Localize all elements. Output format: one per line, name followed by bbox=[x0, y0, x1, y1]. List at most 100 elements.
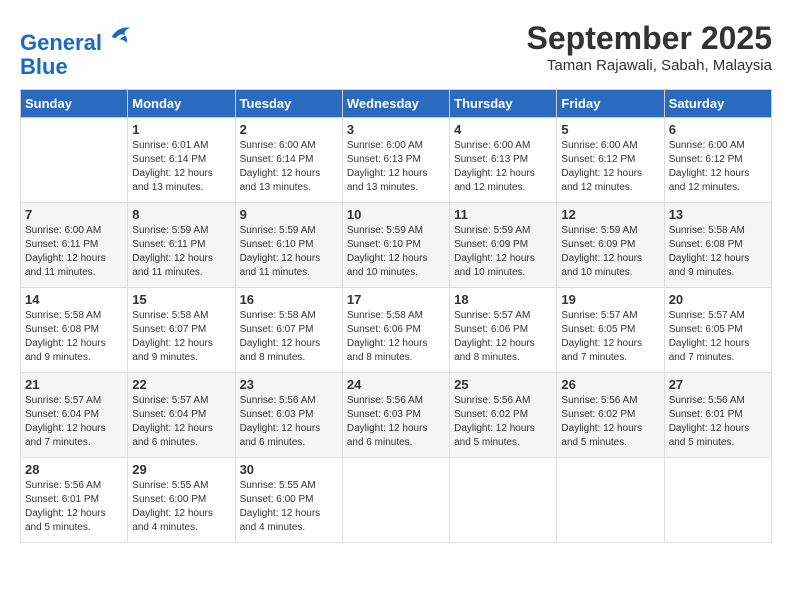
day-number: 18 bbox=[454, 292, 552, 307]
day-number: 28 bbox=[25, 462, 123, 477]
day-number: 30 bbox=[240, 462, 338, 477]
day-info: Sunrise: 5:59 AM Sunset: 6:10 PM Dayligh… bbox=[347, 224, 445, 280]
header-cell-wednesday: Wednesday bbox=[342, 90, 449, 118]
day-number: 1 bbox=[132, 122, 230, 137]
day-info: Sunrise: 6:00 AM Sunset: 6:13 PM Dayligh… bbox=[347, 139, 445, 195]
day-number: 17 bbox=[347, 292, 445, 307]
calendar-cell bbox=[21, 118, 128, 203]
calendar-cell: 19 Sunrise: 5:57 AM Sunset: 6:05 PM Dayli… bbox=[557, 288, 664, 373]
calendar-cell: 30 Sunrise: 5:55 AM Sunset: 6:00 PM Dayli… bbox=[235, 458, 342, 543]
day-number: 12 bbox=[561, 207, 659, 222]
logo: General Blue bbox=[20, 20, 134, 79]
header-cell-monday: Monday bbox=[128, 90, 235, 118]
calendar-cell: 15 Sunrise: 5:58 AM Sunset: 6:07 PM Dayli… bbox=[128, 288, 235, 373]
day-info: Sunrise: 5:56 AM Sunset: 6:03 PM Dayligh… bbox=[347, 394, 445, 450]
day-info: Sunrise: 5:59 AM Sunset: 6:09 PM Dayligh… bbox=[561, 224, 659, 280]
logo-text: General bbox=[20, 20, 134, 55]
location-text: Taman Rajawali, Sabah, Malaysia bbox=[527, 57, 772, 74]
calendar-week-5: 28Sunrise: 5:56 AM Sunset: 6:01 PM Dayli… bbox=[21, 458, 772, 543]
calendar-week-4: 21 Sunrise: 5:57 AM Sunset: 6:04 PM Dayli… bbox=[21, 373, 772, 458]
calendar-table: SundayMondayTuesdayWednesdayThursdayFrid… bbox=[20, 89, 772, 543]
header-cell-saturday: Saturday bbox=[664, 90, 771, 118]
day-info: Sunrise: 5:58 AM Sunset: 6:07 PM Dayligh… bbox=[132, 309, 230, 365]
calendar-cell: 26 Sunrise: 5:56 AM Sunset: 6:02 PM Dayli… bbox=[557, 373, 664, 458]
day-info: Sunrise: 6:00 AM Sunset: 6:12 PM Dayligh… bbox=[669, 139, 767, 195]
calendar-cell bbox=[664, 458, 771, 543]
calendar-cell: 13 Sunrise: 5:58 AM Sunset: 6:08 PM Dayli… bbox=[664, 203, 771, 288]
calendar-cell: 8 Sunrise: 5:59 AM Sunset: 6:11 PM Daylig… bbox=[128, 203, 235, 288]
calendar-cell bbox=[557, 458, 664, 543]
calendar-cell: 4 Sunrise: 6:00 AM Sunset: 6:13 PM Daylig… bbox=[450, 118, 557, 203]
calendar-cell: 16 Sunrise: 5:58 AM Sunset: 6:07 PM Dayli… bbox=[235, 288, 342, 373]
day-number: 7 bbox=[25, 207, 123, 222]
calendar-cell bbox=[342, 458, 449, 543]
day-info: Sunrise: 6:00 AM Sunset: 6:14 PM Dayligh… bbox=[240, 139, 338, 195]
day-number: 22 bbox=[132, 377, 230, 392]
calendar-cell: 27 Sunrise: 5:56 AM Sunset: 6:01 PM Dayli… bbox=[664, 373, 771, 458]
day-number: 14 bbox=[25, 292, 123, 307]
day-info: Sunrise: 5:56 AM Sunset: 6:02 PM Dayligh… bbox=[454, 394, 552, 450]
day-number: 15 bbox=[132, 292, 230, 307]
calendar-cell: 1 Sunrise: 6:01 AM Sunset: 6:14 PM Daylig… bbox=[128, 118, 235, 203]
day-info: Sunrise: 6:00 AM Sunset: 6:11 PM Dayligh… bbox=[25, 224, 123, 280]
calendar-cell: 10 Sunrise: 5:59 AM Sunset: 6:10 PM Dayli… bbox=[342, 203, 449, 288]
header-row: SundayMondayTuesdayWednesdayThursdayFrid… bbox=[21, 90, 772, 118]
day-number: 11 bbox=[454, 207, 552, 222]
header-cell-thursday: Thursday bbox=[450, 90, 557, 118]
day-number: 6 bbox=[669, 122, 767, 137]
day-number: 26 bbox=[561, 377, 659, 392]
calendar-cell: 12 Sunrise: 5:59 AM Sunset: 6:09 PM Dayli… bbox=[557, 203, 664, 288]
day-info: Sunrise: 5:57 AM Sunset: 6:05 PM Dayligh… bbox=[561, 309, 659, 365]
day-number: 8 bbox=[132, 207, 230, 222]
day-number: 16 bbox=[240, 292, 338, 307]
day-info: Sunrise: 5:56 AM Sunset: 6:01 PM Dayligh… bbox=[669, 394, 767, 450]
calendar-week-3: 14 Sunrise: 5:58 AM Sunset: 6:08 PM Dayli… bbox=[21, 288, 772, 373]
calendar-cell bbox=[450, 458, 557, 543]
day-info: Sunrise: 5:55 AM Sunset: 6:00 PM Dayligh… bbox=[240, 479, 338, 535]
calendar-cell: 25 Sunrise: 5:56 AM Sunset: 6:02 PM Dayli… bbox=[450, 373, 557, 458]
day-number: 27 bbox=[669, 377, 767, 392]
day-number: 3 bbox=[347, 122, 445, 137]
calendar-cell: 21Sunrise: 5:57 AM Sunset: 6:04 PM Dayli… bbox=[21, 373, 128, 458]
day-info: Sunrise: 6:00 AM Sunset: 6:12 PM Dayligh… bbox=[561, 139, 659, 195]
calendar-cell: 2Sunrise: 6:00 AM Sunset: 6:14 PM Daylig… bbox=[235, 118, 342, 203]
day-info: Sunrise: 5:59 AM Sunset: 6:10 PM Dayligh… bbox=[240, 224, 338, 280]
calendar-cell: 7 Sunrise: 6:00 AM Sunset: 6:11 PM Daylig… bbox=[21, 203, 128, 288]
day-info: Sunrise: 6:00 AM Sunset: 6:13 PM Dayligh… bbox=[454, 139, 552, 195]
day-info: Sunrise: 5:58 AM Sunset: 6:06 PM Dayligh… bbox=[347, 309, 445, 365]
day-number: 21 bbox=[25, 377, 123, 392]
day-info: Sunrise: 5:56 AM Sunset: 6:02 PM Dayligh… bbox=[561, 394, 659, 450]
calendar-week-1: 1 Sunrise: 6:01 AM Sunset: 6:14 PM Daylig… bbox=[21, 118, 772, 203]
day-info: Sunrise: 5:56 AM Sunset: 6:03 PM Dayligh… bbox=[240, 394, 338, 450]
calendar-cell: 22 Sunrise: 5:57 AM Sunset: 6:04 PM Dayli… bbox=[128, 373, 235, 458]
calendar-cell: 6 Sunrise: 6:00 AM Sunset: 6:12 PM Daylig… bbox=[664, 118, 771, 203]
day-number: 24 bbox=[347, 377, 445, 392]
day-info: Sunrise: 5:59 AM Sunset: 6:11 PM Dayligh… bbox=[132, 224, 230, 280]
day-info: Sunrise: 5:59 AM Sunset: 6:09 PM Dayligh… bbox=[454, 224, 552, 280]
day-number: 10 bbox=[347, 207, 445, 222]
day-number: 19 bbox=[561, 292, 659, 307]
day-number: 13 bbox=[669, 207, 767, 222]
calendar-week-2: 7 Sunrise: 6:00 AM Sunset: 6:11 PM Daylig… bbox=[21, 203, 772, 288]
day-info: Sunrise: 5:58 AM Sunset: 6:08 PM Dayligh… bbox=[669, 224, 767, 280]
day-number: 20 bbox=[669, 292, 767, 307]
day-info: Sunrise: 5:57 AM Sunset: 6:06 PM Dayligh… bbox=[454, 309, 552, 365]
header-cell-sunday: Sunday bbox=[21, 90, 128, 118]
calendar-cell: 14 Sunrise: 5:58 AM Sunset: 6:08 PM Dayli… bbox=[21, 288, 128, 373]
page-header: General Blue September 2025 Taman Rajawa… bbox=[20, 20, 772, 79]
calendar-cell: 20Sunrise: 5:57 AM Sunset: 6:05 PM Dayli… bbox=[664, 288, 771, 373]
day-info: Sunrise: 5:57 AM Sunset: 6:04 PM Dayligh… bbox=[132, 394, 230, 450]
day-number: 25 bbox=[454, 377, 552, 392]
day-info: Sunrise: 5:55 AM Sunset: 6:00 PM Dayligh… bbox=[132, 479, 230, 535]
day-number: 4 bbox=[454, 122, 552, 137]
header-cell-tuesday: Tuesday bbox=[235, 90, 342, 118]
day-info: Sunrise: 6:01 AM Sunset: 6:14 PM Dayligh… bbox=[132, 139, 230, 195]
logo-blue-text: Blue bbox=[20, 55, 134, 79]
day-info: Sunrise: 5:58 AM Sunset: 6:08 PM Dayligh… bbox=[25, 309, 123, 365]
day-info: Sunrise: 5:58 AM Sunset: 6:07 PM Dayligh… bbox=[240, 309, 338, 365]
calendar-cell: 28Sunrise: 5:56 AM Sunset: 6:01 PM Dayli… bbox=[21, 458, 128, 543]
header-cell-friday: Friday bbox=[557, 90, 664, 118]
title-block: September 2025 Taman Rajawali, Sabah, Ma… bbox=[527, 20, 772, 74]
day-number: 9 bbox=[240, 207, 338, 222]
logo-bird-icon bbox=[104, 20, 134, 50]
